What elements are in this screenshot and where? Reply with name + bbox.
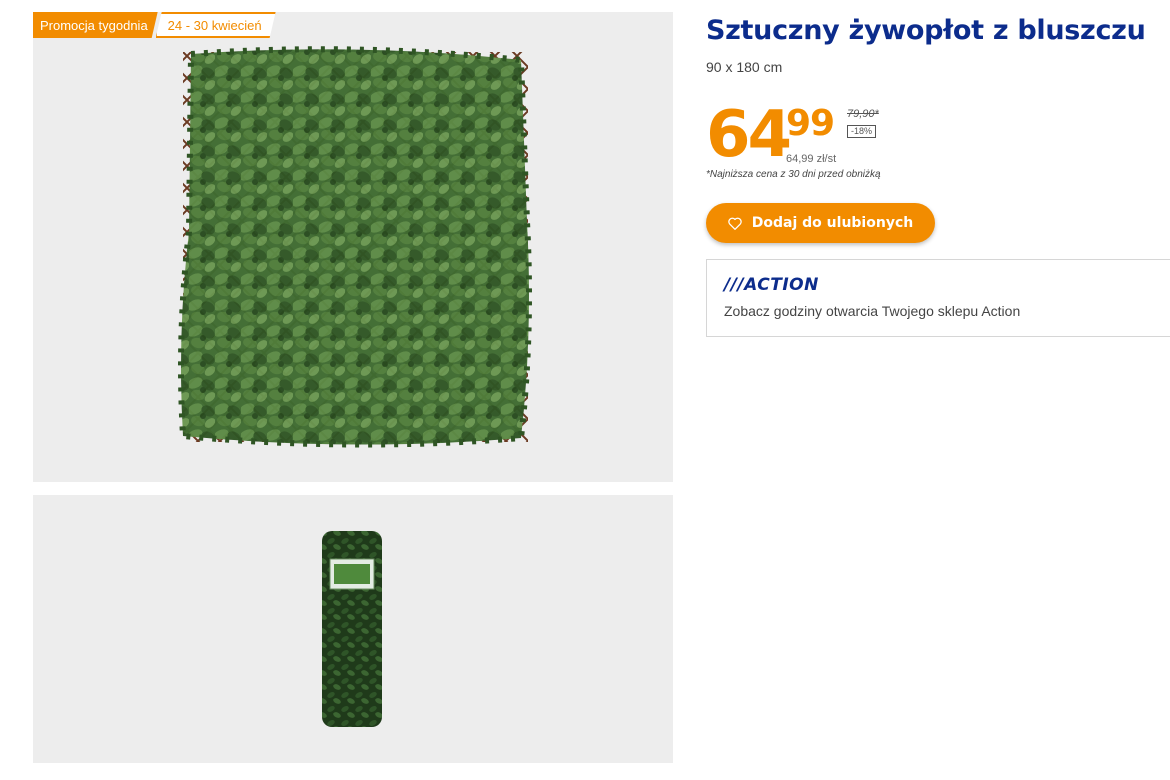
product-title: Sztuczny żywopłot z bluszczu xyxy=(706,15,1146,46)
product-size: 90 x 180 cm xyxy=(706,59,783,75)
add-to-favorites-label: Dodaj do ulubionych xyxy=(751,215,914,231)
store-hours-link[interactable]: Zobacz godziny otwarcia Twojego sklepu A… xyxy=(724,303,1020,319)
price-cents: 99 xyxy=(786,103,835,144)
product-image-main[interactable] xyxy=(33,12,673,482)
unit-price: 64,99 zł/st xyxy=(786,153,837,165)
old-price: 79,90* xyxy=(847,108,879,120)
price-main: 64 xyxy=(706,98,792,172)
ivy-hedge-rolled-package-image xyxy=(322,531,382,727)
heart-icon xyxy=(728,217,742,230)
promo-label: Promocja tygodnia xyxy=(33,12,158,38)
action-logo: ///ACTION xyxy=(724,275,819,295)
promo-dates: 24 - 30 kwiecień xyxy=(156,12,276,38)
discount-badge: -18% xyxy=(847,125,877,138)
add-to-favorites-button[interactable]: Dodaj do ulubionych xyxy=(706,203,935,243)
ivy-hedge-trellis-image xyxy=(178,46,532,448)
lowest-price-note: *Najniższa cena z 30 dni przed obniżką xyxy=(706,169,881,180)
promo-badge: Promocja tygodnia 24 - 30 kwiecień xyxy=(33,12,276,38)
product-image-secondary[interactable] xyxy=(33,495,673,763)
store-hours-box[interactable]: ///ACTION Zobacz godziny otwarcia Twojeg… xyxy=(706,259,1170,337)
